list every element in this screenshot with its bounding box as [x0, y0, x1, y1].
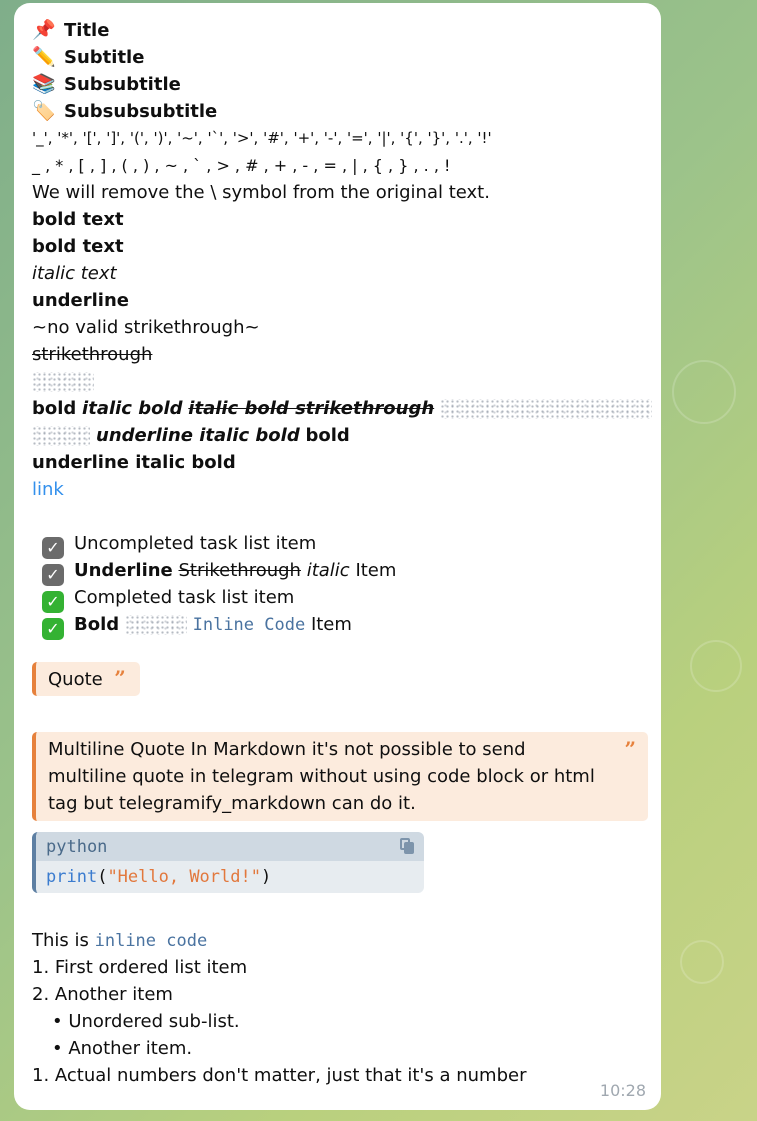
- inline-code-prefix: This is: [32, 930, 95, 951]
- list-subitem: • Another item.: [52, 1038, 193, 1059]
- code-paren-open: (: [97, 867, 108, 887]
- copy-icon[interactable]: [400, 838, 414, 854]
- quote-mark-icon: ”: [624, 737, 636, 761]
- books-icon: 📚: [32, 73, 56, 95]
- task-label: Completed task list item: [74, 587, 295, 608]
- code-block-header: python: [36, 832, 424, 861]
- italic-text: italic text: [32, 263, 117, 284]
- inline-code-line: This is inline code: [32, 927, 643, 954]
- heading-subsubsubtitle: 🏷️ Subsubsubtitle: [32, 98, 643, 125]
- escaped-chars-plain: _ , * , [ , ] , ( , ) , ~ , ` , > , # , …: [32, 156, 451, 175]
- mixed-format-line: bold italic bold italic bold strikethrou…: [32, 395, 652, 422]
- list-subitem: • Unordered sub-list.: [52, 1011, 240, 1032]
- task-italic: italic: [306, 560, 350, 581]
- heading-subsubtitle: 📚 Subsubtitle: [32, 71, 643, 98]
- bold-text: bold text: [32, 236, 124, 257]
- mixed-italic-bold-strike: italic bold strikethrough: [188, 398, 435, 419]
- task-item: ✓ Bold Inline Code Item: [32, 611, 643, 640]
- task-item: ✓ Completed task list item: [32, 584, 643, 613]
- checkbox-unchecked-icon: ✓: [42, 564, 64, 586]
- spoiler[interactable]: [439, 399, 652, 419]
- mixed-format-line-2: underline italic bold bold: [32, 422, 643, 449]
- underline-text: underline: [32, 290, 129, 311]
- underline-italic-bold: underline italic bold: [96, 425, 300, 446]
- strike-text: strikethrough: [32, 344, 153, 365]
- quote-block: Quote ”: [32, 662, 140, 696]
- link[interactable]: link: [32, 479, 64, 500]
- inline-code[interactable]: inline code: [95, 931, 208, 951]
- quote-mark-icon: ”: [114, 666, 126, 690]
- underline-italic-bold-line: underline italic bold: [32, 452, 236, 473]
- code-body: print("Hello, World!"): [36, 861, 424, 893]
- checkbox-checked-icon: ✓: [42, 618, 64, 640]
- tag-icon: 🏷️: [32, 100, 56, 122]
- message-time: 10:28: [599, 1081, 646, 1100]
- list-item: 1. Actual numbers don't matter, just tha…: [32, 1065, 527, 1086]
- wallpaper-doodle: [672, 360, 736, 424]
- escaped-chars-quoted: '_', '*', '[', ']', '(', ')', '~', '`', …: [32, 129, 492, 147]
- quote-text: Quote: [48, 669, 103, 690]
- mixed-italic-bold: italic bold: [82, 398, 183, 419]
- spoiler-line: [32, 368, 643, 395]
- remove-note: We will remove the \ symbol from the ori…: [32, 182, 490, 203]
- code-language: python: [46, 837, 108, 857]
- heading-subtitle: ✏️ Subtitle: [32, 44, 643, 71]
- task-strike: Strikethrough: [178, 560, 301, 581]
- code-paren-close: ): [260, 867, 272, 887]
- heading-title: 📌 Title: [32, 17, 643, 44]
- spoiler[interactable]: [124, 615, 187, 635]
- task-item: ✓ Underline Strikethrough italic Item: [32, 557, 643, 586]
- task-tail: Item: [355, 560, 397, 581]
- checkbox-unchecked-icon: ✓: [42, 537, 64, 559]
- bold-text: bold text: [32, 209, 124, 230]
- pushpin-icon: 📌: [32, 19, 56, 41]
- mixed-bold: bold: [32, 398, 77, 419]
- code-func: print: [46, 867, 98, 887]
- task-underline: Underline: [74, 560, 173, 581]
- mixed-bold-end: bold: [305, 425, 350, 446]
- code-block[interactable]: python print("Hello, World!"): [32, 832, 424, 893]
- spoiler[interactable]: [32, 426, 90, 446]
- multiline-quote-text: Multiline Quote In Markdown it's not pos…: [48, 739, 595, 814]
- quote-line: Quote ”: [32, 662, 643, 698]
- multiline-quote: Multiline Quote In Markdown it's not pos…: [32, 732, 648, 821]
- wallpaper-doodle: [680, 940, 724, 984]
- spoiler[interactable]: [32, 372, 94, 392]
- code-string: "Hello, World!": [107, 867, 261, 887]
- task-item: ✓ Uncompleted task list item: [32, 530, 643, 559]
- message-bubble[interactable]: 📌 Title ✏️ Subtitle 📚 Subsubtitle 🏷️ Subsubs…: [14, 3, 661, 1110]
- task-tail: Item: [310, 614, 352, 635]
- checkbox-checked-icon: ✓: [42, 591, 64, 613]
- list-item: 1. First ordered list item: [32, 957, 248, 978]
- task-inline-code[interactable]: Inline Code: [193, 615, 306, 635]
- task-label: Uncompleted task list item: [74, 533, 317, 554]
- list-item: 2. Another item: [32, 984, 173, 1005]
- no-strike-text: ~no valid strikethrough~: [32, 317, 260, 338]
- task-bold: Bold: [74, 614, 120, 635]
- pencil-icon: ✏️: [32, 46, 56, 68]
- wallpaper-doodle: [690, 640, 742, 692]
- link-line: link: [32, 476, 643, 503]
